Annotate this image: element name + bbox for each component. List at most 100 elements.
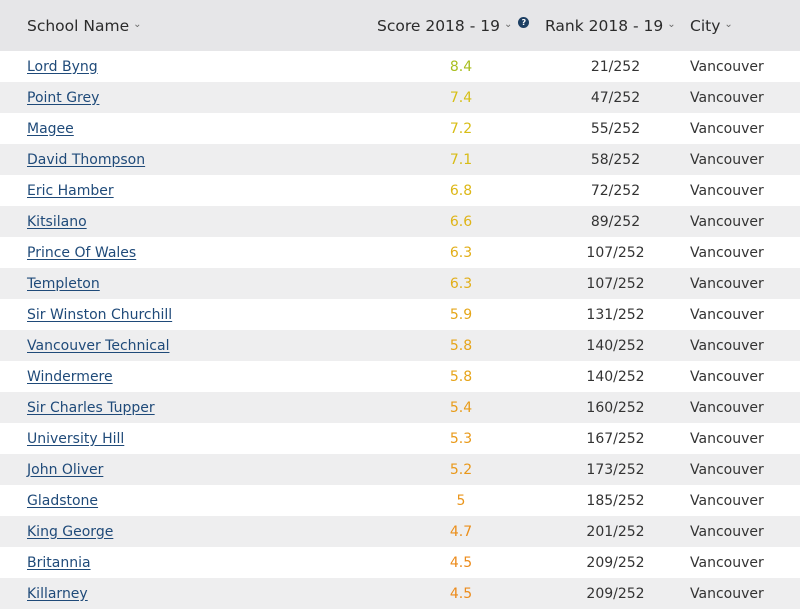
school-name-cell: Killarney — [0, 586, 349, 602]
city-cell: Vancouver — [690, 492, 764, 509]
school-name-cell: Prince Of Wales — [0, 245, 349, 261]
table-row: Britannia 4.5 209/252 Vancouver — [0, 547, 800, 578]
school-link[interactable]: Sir Charles Tupper — [27, 400, 155, 416]
school-name-cell: Lord Byng — [0, 59, 349, 75]
table-row: Lord Byng 8.4 21/252 Vancouver — [0, 51, 800, 82]
city-cell: Vancouver — [690, 213, 764, 230]
school-link[interactable]: Vancouver Technical — [27, 338, 169, 354]
table-row: University Hill 5.3 167/252 Vancouver — [0, 423, 800, 454]
school-link[interactable]: Eric Hamber — [27, 183, 114, 199]
table-row: Magee 7.2 55/252 Vancouver — [0, 113, 800, 144]
school-link[interactable]: Britannia — [27, 555, 91, 571]
school-name-cell: Kitsilano — [0, 214, 349, 230]
school-name-cell: Vancouver Technical — [0, 338, 349, 354]
header-city[interactable]: City ⌄ — [688, 17, 800, 35]
score-cell: 6.6 — [449, 213, 473, 230]
rank-cell: 47/252 — [590, 89, 641, 106]
header-score-label: Score 2018 - 19 — [377, 16, 500, 35]
school-name-cell: Gladstone — [0, 493, 349, 509]
city-cell: Vancouver — [690, 89, 764, 106]
help-icon[interactable]: ? — [518, 17, 530, 28]
table-row: Killarney 4.5 209/252 Vancouver — [0, 578, 800, 609]
table-row: Windermere 5.8 140/252 Vancouver — [0, 361, 800, 392]
city-cell: Vancouver — [690, 151, 764, 168]
score-cell: 7.2 — [449, 120, 473, 137]
school-name-cell: King George — [0, 524, 349, 540]
rank-cell: 185/252 — [586, 492, 645, 509]
table-row: Kitsilano 6.6 89/252 Vancouver — [0, 206, 800, 237]
school-link[interactable]: Prince Of Wales — [27, 245, 136, 261]
rank-cell: 107/252 — [586, 275, 645, 292]
header-score[interactable]: Score 2018 - 19 ⌄ ? — [349, 17, 543, 35]
header-rank-label: Rank 2018 - 19 — [545, 16, 664, 35]
school-name-cell: John Oliver — [0, 462, 349, 478]
school-link[interactable]: King George — [27, 524, 113, 540]
city-cell: Vancouver — [690, 399, 764, 416]
table-row: King George 4.7 201/252 Vancouver — [0, 516, 800, 547]
score-cell: 5.2 — [449, 461, 473, 478]
city-cell: Vancouver — [690, 182, 764, 199]
table-row: Sir Charles Tupper 5.4 160/252 Vancouver — [0, 392, 800, 423]
score-cell: 6.8 — [449, 182, 473, 199]
city-cell: Vancouver — [690, 58, 764, 75]
table-row: David Thompson 7.1 58/252 Vancouver — [0, 144, 800, 175]
school-link[interactable]: John Oliver — [27, 462, 103, 478]
table-row: Templeton 6.3 107/252 Vancouver — [0, 268, 800, 299]
table-row: Eric Hamber 6.8 72/252 Vancouver — [0, 175, 800, 206]
school-link[interactable]: Kitsilano — [27, 214, 87, 230]
table-row: John Oliver 5.2 173/252 Vancouver — [0, 454, 800, 485]
rank-cell: 173/252 — [586, 461, 645, 478]
school-link[interactable]: Killarney — [27, 586, 88, 602]
table-row: Sir Winston Churchill 5.9 131/252 Vancouver — [0, 299, 800, 330]
city-cell: Vancouver — [690, 244, 764, 261]
rank-cell: 72/252 — [590, 182, 641, 199]
table-body: Lord Byng 8.4 21/252 Vancouver Point Grey 7.4… — [0, 51, 800, 609]
school-ranking-table: School Name ⌄ Score 2018 - 19 ⌄ ? Rank 2… — [0, 0, 800, 611]
header-city-label: City — [690, 16, 721, 35]
school-link[interactable]: Gladstone — [27, 493, 98, 509]
rank-cell: 201/252 — [586, 523, 645, 540]
school-name-cell: Sir Charles Tupper — [0, 400, 349, 416]
city-cell: Vancouver — [690, 554, 764, 571]
school-link[interactable]: Point Grey — [27, 90, 99, 106]
rank-cell: 160/252 — [586, 399, 645, 416]
school-link[interactable]: Magee — [27, 121, 74, 137]
city-cell: Vancouver — [690, 275, 764, 292]
school-link[interactable]: Templeton — [27, 276, 100, 292]
header-rank[interactable]: Rank 2018 - 19 ⌄ — [543, 17, 688, 35]
school-name-cell: Sir Winston Churchill — [0, 307, 349, 323]
score-cell: 7.4 — [449, 89, 473, 106]
school-name-cell: Eric Hamber — [0, 183, 349, 199]
school-name-cell: Britannia — [0, 555, 349, 571]
school-link[interactable]: David Thompson — [27, 152, 145, 168]
score-cell: 5.8 — [449, 368, 473, 385]
rank-cell: 140/252 — [586, 337, 645, 354]
school-name-cell: Magee — [0, 121, 349, 137]
school-link[interactable]: Sir Winston Churchill — [27, 307, 172, 323]
school-link[interactable]: Windermere — [27, 369, 113, 385]
rank-cell: 107/252 — [586, 244, 645, 261]
header-school-name[interactable]: School Name ⌄ — [0, 17, 349, 35]
table-row: Prince Of Wales 6.3 107/252 Vancouver — [0, 237, 800, 268]
chevron-down-icon: ⌄ — [133, 19, 142, 30]
rank-cell: 209/252 — [586, 585, 645, 602]
rank-cell: 140/252 — [586, 368, 645, 385]
rank-cell: 167/252 — [586, 430, 645, 447]
school-link[interactable]: University Hill — [27, 431, 124, 447]
chevron-down-icon: ⌄ — [503, 19, 513, 30]
city-cell: Vancouver — [690, 337, 764, 354]
rank-cell: 131/252 — [586, 306, 645, 323]
chevron-down-icon: ⌄ — [724, 19, 733, 30]
school-name-cell: Templeton — [0, 276, 349, 292]
school-link[interactable]: Lord Byng — [27, 59, 98, 75]
city-cell: Vancouver — [690, 430, 764, 447]
rank-cell: 89/252 — [590, 213, 641, 230]
city-cell: Vancouver — [690, 585, 764, 602]
school-name-cell: David Thompson — [0, 152, 349, 168]
score-cell: 5.8 — [449, 337, 473, 354]
score-cell: 4.7 — [449, 523, 473, 540]
score-cell: 4.5 — [449, 554, 473, 571]
rank-cell: 209/252 — [586, 554, 645, 571]
table-row: Vancouver Technical 5.8 140/252 Vancouver — [0, 330, 800, 361]
score-cell: 5 — [456, 492, 466, 509]
